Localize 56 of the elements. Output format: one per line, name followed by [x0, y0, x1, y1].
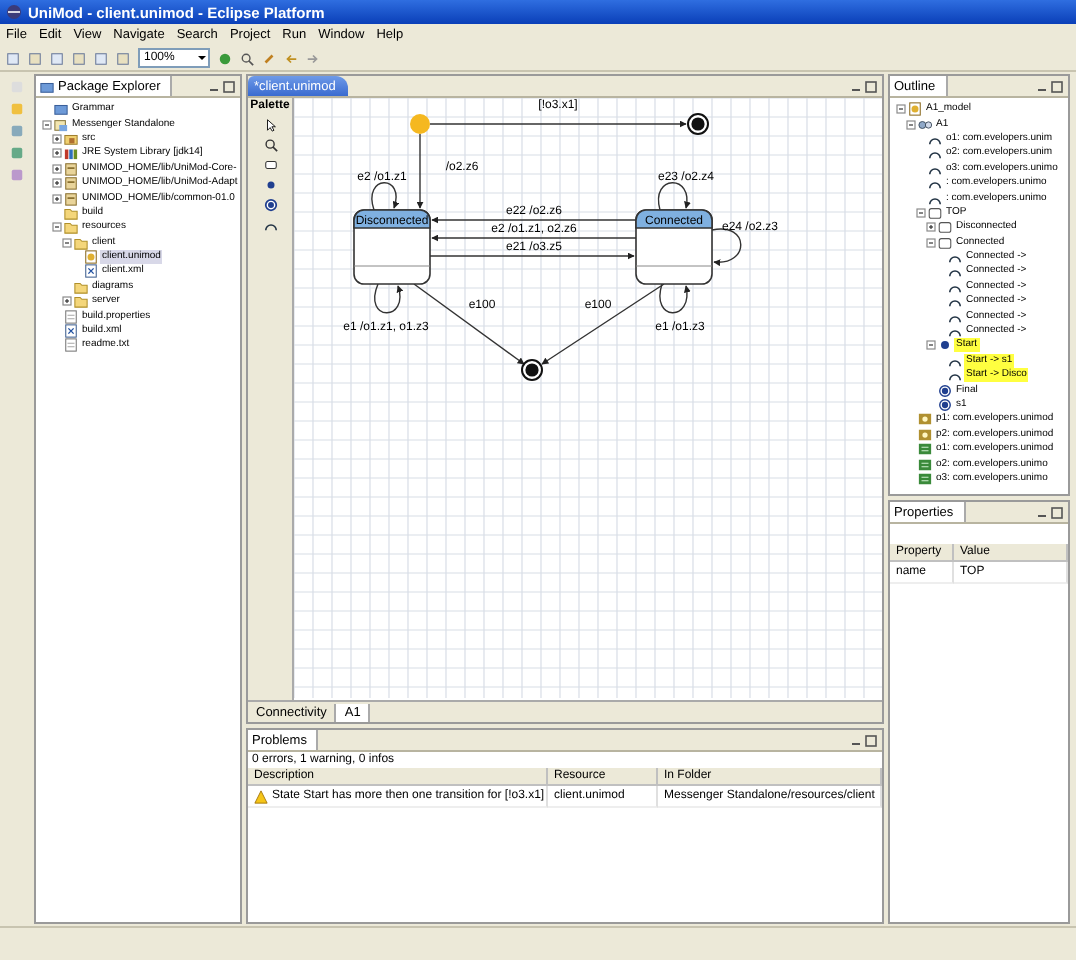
- expand-toggle[interactable]: [42, 119, 52, 130]
- expand-toggle[interactable]: [52, 148, 62, 159]
- minimize-maximize-icon[interactable]: [1036, 505, 1064, 519]
- transition-arrow[interactable]: [429, 252, 635, 260]
- search-icon: [240, 51, 254, 65]
- automaton-icon: [918, 117, 932, 132]
- model-file-icon: [908, 102, 922, 117]
- run-icon: [218, 51, 232, 65]
- file-icon: [64, 338, 78, 353]
- minimize-maximize-icon[interactable]: [850, 733, 878, 747]
- minimize-maximize-icon[interactable]: [850, 79, 878, 93]
- transition-arrow[interactable]: [429, 120, 687, 128]
- transition-arrow[interactable]: [711, 228, 742, 266]
- xml-file-icon: [84, 264, 98, 279]
- arc-icon: [263, 218, 277, 232]
- expand-toggle[interactable]: [52, 163, 62, 174]
- final-state[interactable]: [521, 359, 543, 381]
- expand-toggle[interactable]: [926, 340, 936, 351]
- xml-file-icon: [64, 324, 78, 339]
- expand-toggle[interactable]: [896, 104, 906, 115]
- dropdown-arrow-icon[interactable]: [196, 50, 208, 66]
- state-icon: [263, 158, 277, 172]
- minimize-maximize-icon[interactable]: [1036, 79, 1064, 93]
- transition-arrow[interactable]: [374, 283, 403, 314]
- back-arrow-icon: [284, 51, 298, 65]
- bullseye-icon: [263, 198, 277, 212]
- expand-toggle[interactable]: [52, 222, 62, 233]
- expand-toggle[interactable]: [916, 207, 926, 218]
- transition-arrow[interactable]: [541, 283, 665, 365]
- transition-arrow[interactable]: [431, 216, 637, 224]
- expand-toggle[interactable]: [906, 119, 916, 130]
- transition-arrow[interactable]: [416, 133, 424, 209]
- library-icon: [64, 146, 78, 161]
- transition-arrow[interactable]: [431, 234, 637, 242]
- expand-toggle[interactable]: [62, 296, 72, 307]
- expand-toggle[interactable]: [926, 222, 936, 233]
- expand-toggle[interactable]: [62, 237, 72, 248]
- minimize-maximize-icon[interactable]: [208, 79, 236, 93]
- expand-toggle[interactable]: [52, 178, 62, 189]
- transition-arrow[interactable]: [657, 182, 691, 211]
- forward-arrow-icon: [306, 51, 320, 65]
- final-state[interactable]: [687, 113, 709, 135]
- project-icon: [54, 117, 68, 132]
- dot-icon: [938, 338, 952, 353]
- expand-toggle[interactable]: [52, 133, 62, 144]
- transition-arrow[interactable]: [659, 283, 691, 314]
- expand-toggle[interactable]: [926, 237, 936, 248]
- transition-arrow[interactable]: [371, 182, 399, 211]
- pointer-icon: [263, 118, 277, 132]
- dot-icon: [263, 178, 277, 192]
- file-icon: [64, 309, 78, 324]
- model-file-icon: [84, 250, 98, 265]
- eclipse-icon: [6, 4, 22, 20]
- package-folder-icon: [64, 131, 78, 146]
- expand-toggle[interactable]: [52, 193, 62, 204]
- zoom-icon: [263, 138, 277, 152]
